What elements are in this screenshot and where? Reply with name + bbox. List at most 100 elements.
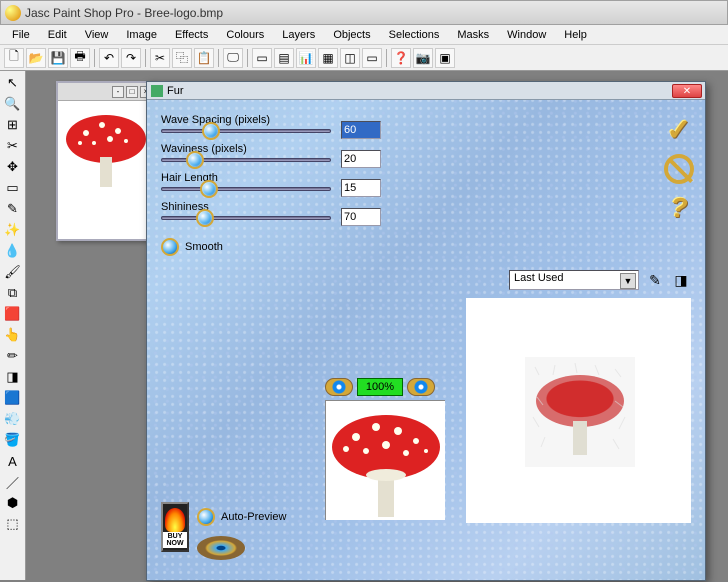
zoom-tool[interactable]: 🔍 <box>3 94 23 114</box>
auto-preview-toggle[interactable] <box>197 508 215 526</box>
histogram-button[interactable]: 📊 <box>296 48 316 68</box>
menu-effects[interactable]: Effects <box>167 27 216 43</box>
zoom-level: 100% <box>357 378 403 396</box>
hair-length-label: Hair Length <box>161 172 331 184</box>
crop-tool[interactable]: ✂ <box>3 136 23 156</box>
preview-eye-button[interactable] <box>197 536 245 560</box>
mover-tool[interactable]: ✥ <box>3 157 23 177</box>
app-titlebar: Jasc Paint Shop Pro - Bree-logo.bmp <box>0 0 728 25</box>
scratch-tool[interactable]: ✏ <box>3 346 23 366</box>
paintbrush-tool[interactable]: 🖌 <box>3 262 23 282</box>
eraser-tool[interactable]: ◨ <box>3 367 23 387</box>
menu-bar: File Edit View Image Effects Colours Lay… <box>0 25 728 45</box>
print-button[interactable]: 🖶 <box>70 48 90 68</box>
ok-button[interactable] <box>663 114 695 146</box>
new-button[interactable]: 🗋 <box>4 48 24 68</box>
preset-shapes-tool[interactable]: ⬢ <box>3 493 23 513</box>
canvas-area: - □ × Fur ✕ Wave Spacing (pixels) <box>26 71 728 580</box>
fullscreen-button[interactable]: 🖵 <box>223 48 243 68</box>
arrow-tool[interactable]: ↖ <box>3 73 23 93</box>
menu-layers[interactable]: Layers <box>274 27 323 43</box>
flood-fill-tool[interactable]: 🪣 <box>3 430 23 450</box>
maximize-icon[interactable]: □ <box>126 86 138 98</box>
context-help-button[interactable]: ❓ <box>391 48 411 68</box>
deform-tool[interactable]: ⊞ <box>3 115 23 135</box>
wave-spacing-slider[interactable] <box>161 129 331 133</box>
object-selector-tool[interactable]: ⬚ <box>3 514 23 534</box>
dialog-titlebar[interactable]: Fur ✕ <box>147 82 705 100</box>
waviness-input[interactable] <box>341 150 381 168</box>
smooth-label: Smooth <box>185 241 223 253</box>
color-replacer-tool[interactable]: 🟥 <box>3 304 23 324</box>
paste-button[interactable]: 📋 <box>194 48 214 68</box>
document-window[interactable]: - □ × <box>56 81 156 241</box>
app-icon <box>5 5 21 21</box>
menu-objects[interactable]: Objects <box>325 27 378 43</box>
menu-image[interactable]: Image <box>118 27 165 43</box>
dialog-title: Fur <box>167 85 184 97</box>
toggle-palette-button[interactable]: ▤ <box>274 48 294 68</box>
camera-button[interactable]: 📷 <box>413 48 433 68</box>
preset-dropdown[interactable]: Last Used <box>509 270 639 290</box>
copy-button[interactable]: ⿻ <box>172 48 192 68</box>
help-button[interactable] <box>663 192 695 224</box>
picture-tube-tool[interactable]: 🟦 <box>3 388 23 408</box>
twain-button[interactable]: ▣ <box>435 48 455 68</box>
waviness-label: Waviness (pixels) <box>161 143 331 155</box>
save-button[interactable]: 💾 <box>48 48 68 68</box>
cut-button[interactable]: ✂ <box>150 48 170 68</box>
draw-tool[interactable]: ／ <box>3 472 23 492</box>
menu-file[interactable]: File <box>4 27 38 43</box>
menu-selections[interactable]: Selections <box>381 27 448 43</box>
shininess-input[interactable] <box>341 208 381 226</box>
zoom-out-button[interactable] <box>325 378 353 396</box>
menu-view[interactable]: View <box>77 27 117 43</box>
hair-length-input[interactable] <box>341 179 381 197</box>
source-preview[interactable] <box>325 400 445 520</box>
save-preset-button[interactable]: ✎ <box>645 271 665 289</box>
main-toolbar: 🗋 📂 💾 🖶 ↶ ↷ ✂ ⿻ 📋 🖵 ▭ ▤ 📊 ▦ ◫ ▭ ❓ 📷 ▣ <box>0 45 728 71</box>
dialog-close-button[interactable]: ✕ <box>672 84 702 98</box>
airbrush-tool[interactable]: 💨 <box>3 409 23 429</box>
app-title: Jasc Paint Shop Pro - Bree-logo.bmp <box>25 6 223 20</box>
dropper-tool[interactable]: 💧 <box>3 241 23 261</box>
hair-length-slider[interactable] <box>161 187 331 191</box>
redo-button[interactable]: ↷ <box>121 48 141 68</box>
menu-masks[interactable]: Masks <box>449 27 497 43</box>
document-thumbnail <box>62 105 150 193</box>
normal-view-button[interactable]: ▭ <box>252 48 272 68</box>
output-preview <box>466 298 691 523</box>
undo-button[interactable]: ↶ <box>99 48 119 68</box>
smooth-toggle[interactable] <box>161 238 179 256</box>
layers-palette-button[interactable]: ▦ <box>318 48 338 68</box>
document-titlebar[interactable]: - □ × <box>58 83 154 101</box>
delete-preset-button[interactable]: ◨ <box>671 271 691 289</box>
cancel-button[interactable] <box>664 154 694 184</box>
tool-options-button[interactable]: ◫ <box>340 48 360 68</box>
magic-wand-tool[interactable]: ✨ <box>3 220 23 240</box>
clone-tool[interactable]: ⧉ <box>3 283 23 303</box>
dialog-icon <box>151 85 163 97</box>
flame-icon <box>165 508 185 532</box>
menu-window[interactable]: Window <box>499 27 554 43</box>
shininess-slider[interactable] <box>161 216 331 220</box>
menu-help[interactable]: Help <box>556 27 595 43</box>
fur-dialog: Fur ✕ Wave Spacing (pixels) Waviness (pi… <box>146 81 706 581</box>
minimize-icon[interactable]: - <box>112 86 124 98</box>
workspace: ↖ 🔍 ⊞ ✂ ✥ ▭ ✎ ✨ 💧 🖌 ⧉ 🟥 👆 ✏ ◨ 🟦 💨 🪣 A ／ … <box>0 71 728 580</box>
menu-edit[interactable]: Edit <box>40 27 75 43</box>
open-button[interactable]: 📂 <box>26 48 46 68</box>
buy-now-button[interactable]: BUY NOW <box>161 502 189 552</box>
preset-selected: Last Used <box>514 272 564 284</box>
wave-spacing-input[interactable] <box>341 121 381 139</box>
text-tool[interactable]: A <box>3 451 23 471</box>
buy-now-label: BUY NOW <box>163 532 187 548</box>
overview-button[interactable]: ▭ <box>362 48 382 68</box>
freehand-tool[interactable]: ✎ <box>3 199 23 219</box>
menu-colours[interactable]: Colours <box>218 27 272 43</box>
selection-tool[interactable]: ▭ <box>3 178 23 198</box>
zoom-in-button[interactable] <box>407 378 435 396</box>
retouch-tool[interactable]: 👆 <box>3 325 23 345</box>
waviness-slider[interactable] <box>161 158 331 162</box>
auto-preview-label: Auto-Preview <box>221 511 286 523</box>
